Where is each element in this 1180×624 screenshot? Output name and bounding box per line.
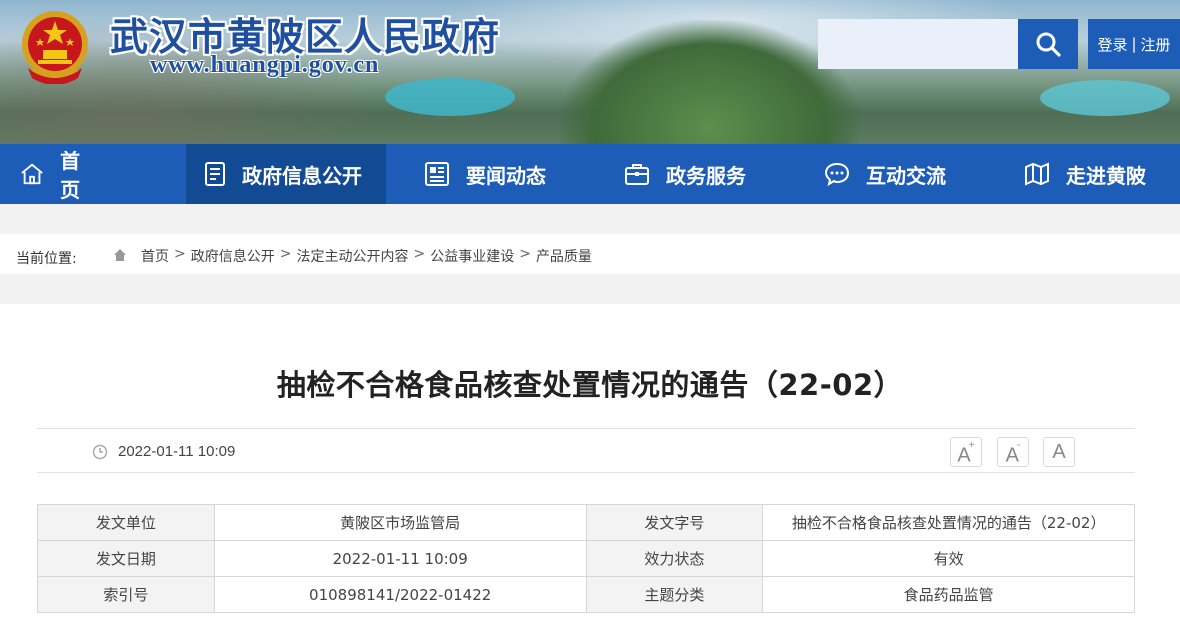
font-reset-letter: A: [1052, 441, 1066, 463]
banner-mountain: [560, 20, 860, 144]
breadcrumb-separator: >: [174, 246, 186, 262]
font-increase-button[interactable]: A+: [950, 437, 982, 467]
nav-label-home: 首 页: [60, 149, 163, 202]
table-row: 发文日期 2022-01-11 10:09 效力状态 有效: [37, 540, 1135, 577]
nav-label-about: 走进黄陂: [1066, 163, 1146, 188]
banner-lake-left: [385, 78, 515, 116]
font-reset-button[interactable]: A: [1043, 437, 1075, 467]
map-icon: [1025, 162, 1049, 186]
header-banner: 武汉市黄陂区人民政府 www.huangpi.gov.cn 登录 | 注册: [0, 0, 1180, 144]
label-topic: 主题分类: [585, 576, 764, 613]
search-button[interactable]: [1018, 19, 1078, 69]
breadcrumb-item-home[interactable]: 首页: [141, 246, 169, 266]
document-info-table: 发文单位 黄陂区市场监管局 发文字号 抽检不合格食品核查处置情况的通告（22-0…: [37, 504, 1135, 613]
breadcrumb-item-statutory[interactable]: 法定主动公开内容: [296, 246, 408, 266]
site-url: www.huangpi.gov.cn: [150, 52, 380, 78]
nav-item-interaction[interactable]: 互动交流: [786, 144, 986, 204]
briefcase-icon: [625, 164, 649, 185]
breadcrumb-separator: >: [519, 246, 531, 262]
value-index-number: 010898141/2022-01422: [213, 576, 587, 613]
breadcrumb-item-public-welfare[interactable]: 公益事业建设: [430, 246, 514, 266]
font-increase-mark: +: [968, 440, 975, 451]
nav-item-about[interactable]: 走进黄陂: [986, 144, 1180, 204]
table-row: 索引号 010898141/2022-01422 主题分类 食品药品监管: [37, 576, 1135, 613]
national-emblem-icon: [22, 11, 88, 84]
nav-label-gov-info: 政府信息公开: [242, 163, 362, 188]
chat-icon: [824, 162, 850, 186]
nav-item-news[interactable]: 要闻动态: [386, 144, 586, 204]
breadcrumb-item-gov-info[interactable]: 政府信息公开: [191, 246, 275, 266]
breadcrumb: 当前位置: 首页 > 政府信息公开 > 法定主动公开内容 > 公益事业建设 > …: [0, 234, 1180, 274]
breadcrumb-separator: >: [413, 246, 426, 262]
main-nav: 首 页 政府信息公开 要闻动态 政务服务 互动交流 走进黄陂: [0, 144, 1180, 204]
nav-label-news: 要闻动态: [466, 163, 546, 188]
breadcrumb-path: 首页 > 政府信息公开 > 法定主动公开内容 > 公益事业建设 > 产品质量: [141, 246, 592, 266]
value-doc-number: 抽检不合格食品核查处置情况的通告（22-02）: [762, 504, 1135, 541]
document-icon: [205, 162, 225, 186]
font-decrease-button[interactable]: A-: [997, 437, 1029, 467]
nav-label-interaction: 互动交流: [866, 163, 946, 188]
breadcrumb-item-product-quality[interactable]: 产品质量: [536, 246, 592, 266]
value-validity: 有效: [762, 540, 1135, 577]
value-topic: 食品药品监管: [762, 576, 1135, 613]
home-icon: [114, 249, 126, 261]
label-doc-number: 发文字号: [585, 504, 764, 541]
label-validity: 效力状态: [585, 540, 764, 577]
banner-lake-right: [1040, 80, 1170, 116]
home-icon: [21, 163, 43, 185]
table-row: 发文单位 黄陂区市场监管局 发文字号 抽检不合格食品核查处置情况的通告（22-0…: [37, 504, 1135, 541]
label-issue-date: 发文日期: [37, 540, 215, 577]
value-issue-date: 2022-01-11 10:09: [213, 540, 587, 577]
label-index-number: 索引号: [37, 576, 215, 613]
search-icon: [1036, 32, 1061, 57]
news-icon: [425, 162, 449, 186]
login-link[interactable]: 登录: [1097, 34, 1127, 55]
auth-links: 登录 | 注册: [1088, 19, 1180, 69]
register-link[interactable]: 注册: [1141, 34, 1171, 55]
nav-item-home[interactable]: 首 页: [0, 144, 186, 204]
nav-label-services: 政务服务: [666, 163, 746, 188]
breadcrumb-separator: >: [279, 246, 292, 262]
article-title: 抽检不合格食品核查处置情况的通告（22-02）: [276, 368, 904, 402]
breadcrumb-label: 当前位置:: [16, 251, 77, 267]
label-issuer: 发文单位: [37, 504, 215, 541]
nav-item-gov-info[interactable]: 政府信息公开: [186, 144, 386, 204]
nav-item-services[interactable]: 政务服务: [586, 144, 786, 204]
clock-icon: [92, 444, 108, 460]
search-input[interactable]: [818, 19, 1018, 69]
publish-time: 2022-01-11 10:09: [118, 443, 236, 460]
value-issuer: 黄陂区市场监管局: [213, 504, 587, 541]
font-decrease-mark: -: [1017, 440, 1021, 451]
article-meta: 2022-01-11 10:09 A+ A- A: [37, 428, 1135, 473]
auth-divider: |: [1131, 35, 1137, 53]
